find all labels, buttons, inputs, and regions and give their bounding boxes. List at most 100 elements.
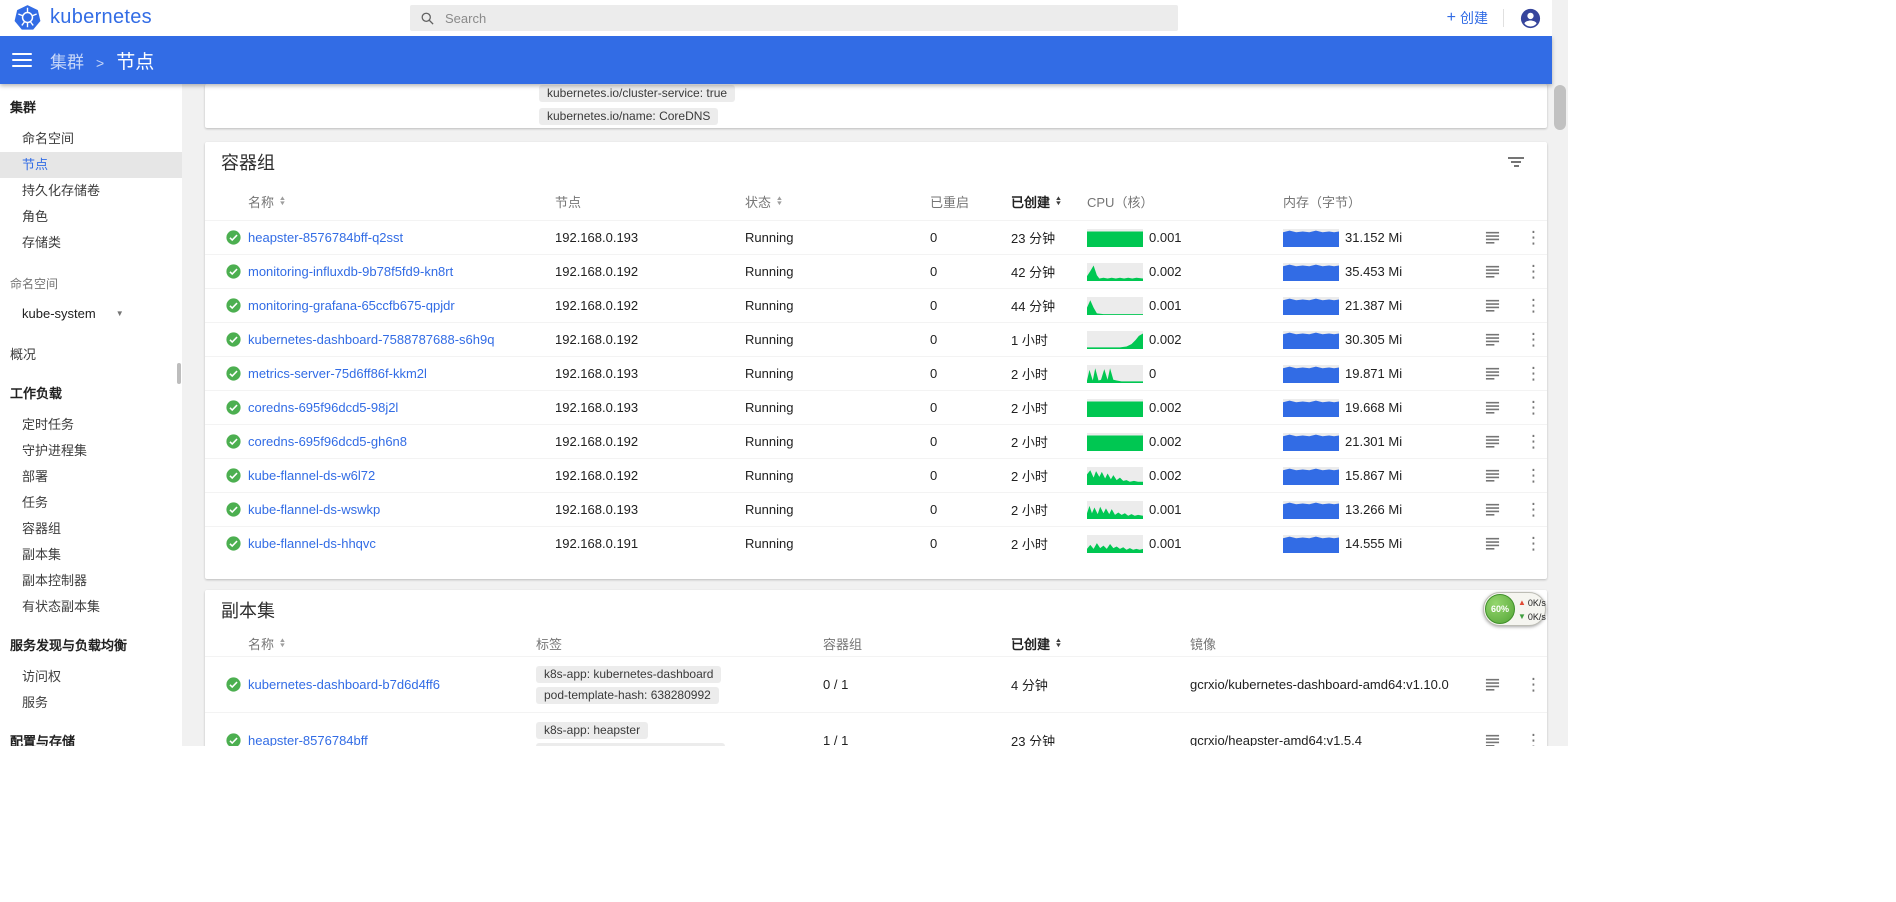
pod-table-row: coredns-695f96dcd5-gh6n8 192.168.0.192 R… [205,424,1547,458]
sidebar-item-storage-classes[interactable]: 存储类 [0,230,182,256]
main-scrollbar-thumb[interactable] [1554,85,1566,130]
sidebar-item-roles[interactable]: 角色 [0,204,182,230]
filter-list-icon[interactable] [1507,155,1525,169]
kebab-menu-icon[interactable]: ⋮ [1520,466,1547,486]
logs-icon[interactable] [1485,677,1500,692]
memory-value: 19.871 Mi [1345,366,1402,381]
kebab-menu-icon[interactable]: ⋮ [1520,296,1547,316]
create-button[interactable]: + 创建 [1447,8,1488,28]
cpu-value: 0.001 [1149,536,1182,551]
pod-name-link[interactable]: coredns-695f96dcd5-gh6n8 [248,434,555,449]
pod-age: 23 分钟 [1011,228,1087,247]
pod-restarts: 0 [930,468,1011,483]
kebab-menu-icon[interactable]: ⋮ [1520,330,1547,350]
pod-name-link[interactable]: coredns-695f96dcd5-98j2l [248,400,555,415]
kebab-menu-icon[interactable]: ⋮ [1520,675,1547,695]
top-app-bar: kubernetes + 创建 [0,0,1552,36]
logs-icon[interactable] [1485,264,1500,279]
kebab-menu-icon[interactable]: ⋮ [1520,731,1547,747]
pod-name-link[interactable]: monitoring-influxdb-9b78f5fd9-kn8rt [248,264,555,279]
sidebar-scrollbar-thumb[interactable] [177,363,181,384]
sidebar-item-services[interactable]: 服务 [0,690,182,716]
pod-name-link[interactable]: kube-flannel-ds-wswkp [248,502,555,517]
breadcrumb-parent-link[interactable]: 集群 [50,48,84,73]
pod-name-link[interactable]: kube-flannel-ds-w6l72 [248,468,555,483]
pods-col-status[interactable]: 状态▲▼ [745,192,930,211]
namespace-caption: 命名空间 [0,276,182,292]
status-ok-icon [225,399,242,416]
replicasets-table-header: 名称▲▼ 标签 容器组 已创建▲▼ 镜像 [205,630,1547,656]
pod-name-link[interactable]: heapster-8576784bff-q2sst [248,230,555,245]
kebab-menu-icon[interactable]: ⋮ [1520,364,1547,384]
sidebar-item-persistent-volumes[interactable]: 持久化存储卷 [0,178,182,204]
cpu-sparkline [1087,399,1143,417]
sidebar-item-ingresses[interactable]: 访问权 [0,664,182,690]
kebab-menu-icon[interactable]: ⋮ [1520,432,1547,452]
status-ok-icon [225,331,242,348]
sidebar-item-namespaces[interactable]: 命名空间 [0,126,182,152]
net-monitor-widget[interactable]: 60% ▲0K/s ▼0K/s [1483,592,1546,626]
pod-node: 192.168.0.193 [555,400,745,415]
logs-icon[interactable] [1485,536,1500,551]
main-scrollbar[interactable] [1552,0,1568,746]
sidebar-item-overview[interactable]: 概况 [0,342,182,368]
replicaset-labels: k8s-app: kubernetes-dashboardpod-templat… [536,666,823,704]
replicaset-name-link[interactable]: heapster-8576784bff [248,733,536,746]
kebab-menu-icon[interactable]: ⋮ [1520,228,1547,248]
search-input[interactable] [445,11,1168,26]
pod-restarts: 0 [930,264,1011,279]
kebab-menu-icon[interactable]: ⋮ [1520,534,1547,554]
sidebar-item-nodes[interactable]: 节点 [0,152,182,178]
sidebar-item-cron-jobs[interactable]: 定时任务 [0,412,182,438]
pod-name-link[interactable]: monitoring-grafana-65ccfb675-qpjdr [248,298,555,313]
logs-icon[interactable] [1485,298,1500,313]
namespace-select[interactable]: kube-system▼ [0,300,182,326]
rs-col-name[interactable]: 名称▲▼ [248,634,536,653]
status-ok-icon [225,365,242,382]
cpu-sparkline [1087,229,1143,247]
replicaset-image: gcrxio/heapster-amd64:v1.5.4 [1190,733,1485,746]
pod-restarts: 0 [930,434,1011,449]
pod-name-link[interactable]: kubernetes-dashboard-7588787688-s6h9q [248,332,555,347]
pods-col-name[interactable]: 名称▲▼ [248,192,555,211]
kebab-menu-icon[interactable]: ⋮ [1520,500,1547,520]
pods-col-cpu: CPU（核） [1087,192,1283,211]
kubernetes-logo[interactable]: kubernetes [14,4,152,31]
hamburger-menu-icon[interactable] [12,49,32,71]
sidebar-item-replication-controllers[interactable]: 副本控制器 [0,568,182,594]
pods-col-restarts: 已重启 [930,192,1011,211]
pod-restarts: 0 [930,400,1011,415]
pod-name-link[interactable]: metrics-server-75d6ff86f-kkm2l [248,366,555,381]
sidebar-item-replica-sets[interactable]: 副本集 [0,542,182,568]
sidebar-item-deployments[interactable]: 部署 [0,464,182,490]
sidebar-item-daemon-sets[interactable]: 守护进程集 [0,438,182,464]
replicaset-labels: k8s-app: heapsterpod-template-hash: 4132… [536,722,823,747]
sidebar-item-pods[interactable]: 容器组 [0,516,182,542]
sort-arrows-icon: ▲▼ [279,638,286,648]
kebab-menu-icon[interactable]: ⋮ [1520,398,1547,418]
pod-age: 2 小时 [1011,364,1087,383]
logs-icon[interactable] [1485,230,1500,245]
search-bar[interactable] [410,5,1178,31]
sidebar-item-stateful-sets[interactable]: 有状态副本集 [0,594,182,620]
replicaset-name-link[interactable]: kubernetes-dashboard-b7d6d4ff6 [248,677,536,692]
logs-icon[interactable] [1485,733,1500,746]
logs-icon[interactable] [1485,366,1500,381]
browser-viewport: kubernetes + 创建 集群 > [0,0,1568,746]
logs-icon[interactable] [1485,468,1500,483]
pods-col-age[interactable]: 已创建▲▼ [1011,192,1087,211]
sidebar-item-jobs[interactable]: 任务 [0,490,182,516]
logs-icon[interactable] [1485,434,1500,449]
replicasets-card: 副本集 名称▲▼ 标签 容器组 已创建▲▼ 镜像 kubernetes-dash… [205,590,1547,746]
user-avatar-icon[interactable] [1519,7,1542,30]
pod-restarts: 0 [930,230,1011,245]
down-arrow-icon: ▼ [1518,610,1526,624]
pod-name-link[interactable]: kube-flannel-ds-hhqvc [248,536,555,551]
logs-icon[interactable] [1485,332,1500,347]
logs-icon[interactable] [1485,400,1500,415]
kebab-menu-icon[interactable]: ⋮ [1520,262,1547,282]
rs-col-age[interactable]: 已创建▲▼ [1011,634,1190,653]
rs-col-labels: 标签 [536,634,823,653]
logs-icon[interactable] [1485,502,1500,517]
memory-value: 14.555 Mi [1345,536,1402,551]
